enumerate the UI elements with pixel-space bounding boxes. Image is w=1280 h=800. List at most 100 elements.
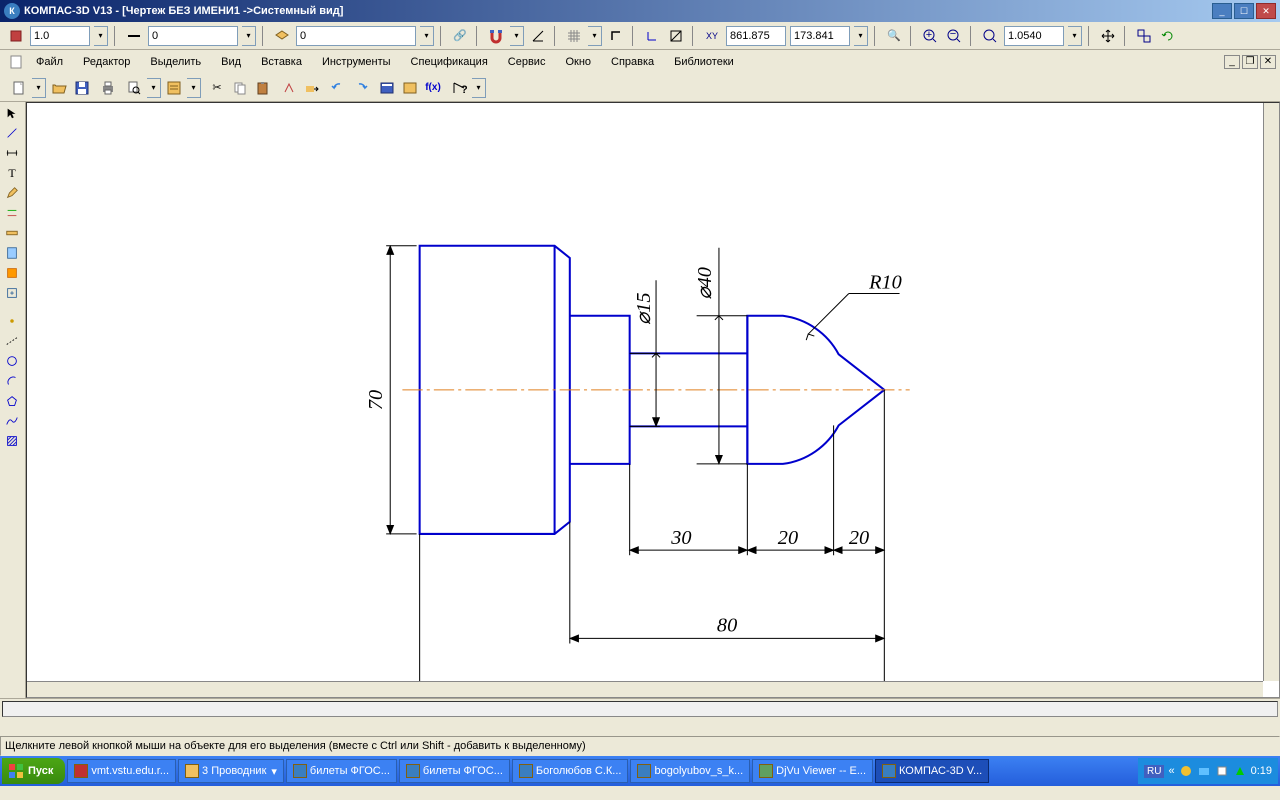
task-item-4[interactable]: Боголюбов С.К... xyxy=(512,759,629,783)
minimize-button[interactable]: _ xyxy=(1212,3,1232,19)
zoom-fit-icon[interactable] xyxy=(980,26,1000,46)
layer-icon[interactable] xyxy=(272,26,292,46)
open-icon[interactable] xyxy=(49,78,69,98)
zoom-in-icon[interactable]: + xyxy=(920,26,940,46)
scale-input[interactable] xyxy=(30,26,90,46)
undo-icon[interactable] xyxy=(328,78,348,98)
task-item-2[interactable]: билеты ФГОС... xyxy=(286,759,397,783)
preview-drop[interactable]: ▾ xyxy=(147,78,161,98)
zoom-drop[interactable]: ▾ xyxy=(1068,26,1082,46)
command-input[interactable] xyxy=(2,701,1278,717)
menu-libs[interactable]: Библиотеки xyxy=(666,53,742,71)
xy-label-icon[interactable]: XY xyxy=(702,26,722,46)
pan-icon[interactable] xyxy=(1098,26,1118,46)
tool-report[interactable] xyxy=(2,264,22,282)
attributes-icon[interactable] xyxy=(279,78,299,98)
layer-input[interactable] xyxy=(296,26,416,46)
tray-icon-2[interactable] xyxy=(1197,764,1211,778)
properties-drop[interactable]: ▾ xyxy=(187,78,201,98)
tool-circle[interactable] xyxy=(2,352,22,370)
maximize-button[interactable]: ☐ xyxy=(1234,3,1254,19)
tool-dimension[interactable] xyxy=(2,144,22,162)
tool-point[interactable] xyxy=(2,312,22,330)
paste-icon[interactable] xyxy=(253,78,273,98)
task-item-1[interactable]: 3 Проводник▾ xyxy=(178,759,284,783)
scale-drop[interactable]: ▾ xyxy=(94,26,108,46)
menu-editor[interactable]: Редактор xyxy=(75,53,138,71)
task-item-0[interactable]: vmt.vstu.edu.r... xyxy=(67,759,176,783)
menu-spec[interactable]: Спецификация xyxy=(403,53,496,71)
task-item-3[interactable]: билеты ФГОС... xyxy=(399,759,510,783)
coord-x-input[interactable] xyxy=(726,26,786,46)
doc-restore[interactable]: ❐ xyxy=(1242,55,1258,69)
tool-measure[interactable] xyxy=(2,224,22,242)
tool-arc[interactable] xyxy=(2,372,22,390)
style-input[interactable] xyxy=(148,26,238,46)
tool-polygon[interactable] xyxy=(2,392,22,410)
fx-icon[interactable]: f(x) xyxy=(423,78,443,98)
doc-minimize[interactable]: _ xyxy=(1224,55,1240,69)
grid-drop[interactable]: ▾ xyxy=(588,26,602,46)
local-cs-icon[interactable] xyxy=(642,26,662,46)
style-icon[interactable] xyxy=(124,26,144,46)
menu-tools[interactable]: Инструменты xyxy=(314,53,399,71)
tool-line[interactable] xyxy=(2,124,22,142)
vars-icon[interactable] xyxy=(400,78,420,98)
tool-text[interactable]: T xyxy=(2,164,22,182)
grid-icon[interactable] xyxy=(564,26,584,46)
menu-view[interactable]: Вид xyxy=(213,53,249,71)
tray-expand[interactable]: « xyxy=(1168,765,1174,777)
zoom-out-icon[interactable]: − xyxy=(944,26,964,46)
clock[interactable]: 0:19 xyxy=(1251,765,1272,777)
zoom-icon[interactable]: 🔍 xyxy=(884,26,904,46)
tray-icon-3[interactable] xyxy=(1215,764,1229,778)
magnet-drop[interactable]: ▾ xyxy=(510,26,524,46)
menu-service[interactable]: Сервис xyxy=(500,53,554,71)
zoom-input[interactable] xyxy=(1004,26,1064,46)
magnet-icon[interactable] xyxy=(486,26,506,46)
lang-indicator[interactable]: RU xyxy=(1144,765,1164,778)
cs-toggle-icon[interactable] xyxy=(666,26,686,46)
drawing-canvas[interactable]: 70 ⌀15 ⌀40 R10 xyxy=(26,102,1280,698)
print-icon[interactable] xyxy=(98,78,118,98)
tray-icon-1[interactable] xyxy=(1179,764,1193,778)
tool-spline[interactable] xyxy=(2,412,22,430)
menu-file[interactable]: Файл xyxy=(28,53,71,71)
menu-help[interactable]: Справка xyxy=(603,53,662,71)
start-button[interactable]: Пуск xyxy=(2,758,65,784)
tool-spec[interactable] xyxy=(2,244,22,262)
tool-insert[interactable] xyxy=(2,284,22,302)
link-icon[interactable]: 🔗 xyxy=(450,26,470,46)
scrollbar-vertical[interactable] xyxy=(1263,103,1279,681)
doc-close[interactable]: ✕ xyxy=(1260,55,1276,69)
task-item-6[interactable]: DjVu Viewer -- E... xyxy=(752,759,873,783)
tool-auxline[interactable] xyxy=(2,332,22,350)
properties-icon[interactable] xyxy=(164,78,184,98)
task-item-7[interactable]: КОМПАС-3D V... xyxy=(875,759,989,783)
task-item-5[interactable]: bogolyubov_s_k... xyxy=(630,759,750,783)
scrollbar-horizontal[interactable] xyxy=(27,681,1263,697)
copy-icon[interactable] xyxy=(230,78,250,98)
refresh-icon[interactable] xyxy=(1158,26,1178,46)
new-icon[interactable] xyxy=(9,78,29,98)
window-tile-icon[interactable] xyxy=(1134,26,1154,46)
coord-y-input[interactable] xyxy=(790,26,850,46)
tool-hatch[interactable] xyxy=(2,432,22,450)
tool-param[interactable] xyxy=(2,204,22,222)
angle-snap-icon[interactable] xyxy=(528,26,548,46)
style-drop[interactable]: ▾ xyxy=(242,26,256,46)
save-icon[interactable] xyxy=(72,78,92,98)
menu-window[interactable]: Окно xyxy=(557,53,599,71)
manager-icon[interactable] xyxy=(377,78,397,98)
stop-icon[interactable] xyxy=(6,26,26,46)
cut-icon[interactable]: ✂ xyxy=(207,78,227,98)
help-icon[interactable]: ? xyxy=(449,78,469,98)
layer-drop[interactable]: ▾ xyxy=(420,26,434,46)
ortho-icon[interactable] xyxy=(606,26,626,46)
menu-select[interactable]: Выделить xyxy=(142,53,209,71)
menu-insert[interactable]: Вставка xyxy=(253,53,310,71)
redo-icon[interactable] xyxy=(351,78,371,98)
preview-icon[interactable] xyxy=(124,78,144,98)
tool-select[interactable] xyxy=(2,104,22,122)
coord-drop[interactable]: ▾ xyxy=(854,26,868,46)
